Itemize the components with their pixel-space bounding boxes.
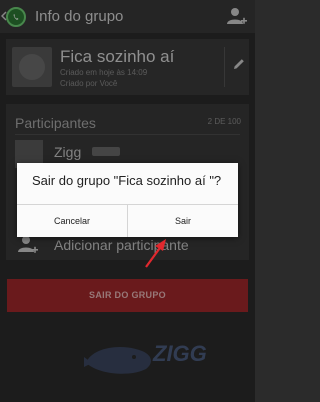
cancel-button[interactable]: Cancelar: [17, 205, 127, 237]
annotation-arrow-icon: [145, 239, 166, 268]
dialog-message: Sair do grupo "Fica sozinho aí "?: [32, 173, 222, 188]
leave-group-dialog: Sair do grupo "Fica sozinho aí "? Cancel…: [17, 163, 238, 237]
confirm-leave-button[interactable]: Sair: [128, 205, 238, 237]
